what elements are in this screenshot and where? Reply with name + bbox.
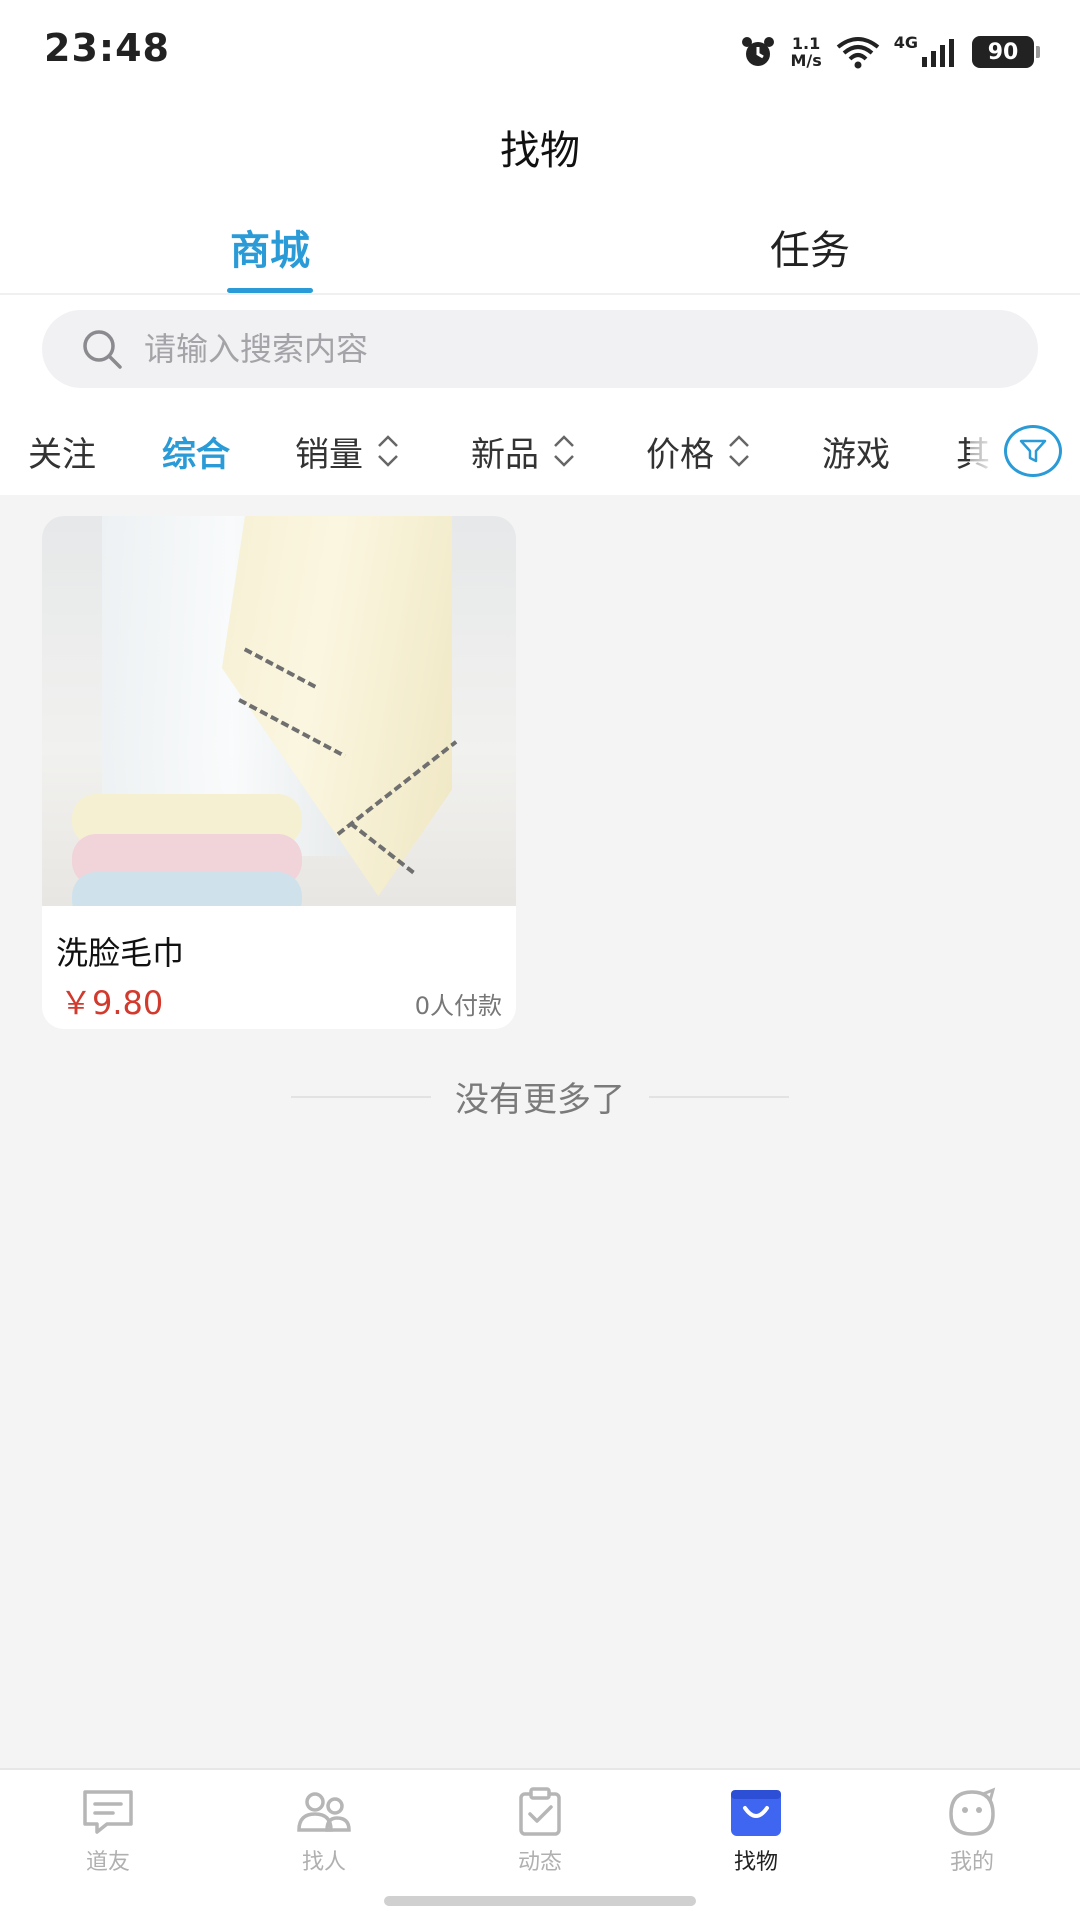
page-title: 找物 <box>500 128 580 174</box>
product-image <box>42 516 516 906</box>
face-icon <box>949 1787 996 1836</box>
filter-button[interactable] <box>1004 425 1062 477</box>
filter-follow[interactable]: 关注 <box>28 407 96 495</box>
active-tab-indicator <box>227 288 313 293</box>
filter-price-label: 价格 <box>646 434 714 475</box>
tab-task[interactable]: 任务 <box>690 218 930 276</box>
product-name: 洗脸毛巾 <box>56 934 185 972</box>
search-icon <box>83 330 122 369</box>
sort-arrows-icon <box>554 435 574 467</box>
status-time: 23:48 <box>44 26 170 70</box>
status-bar: 23:48 1.1 M/s 4G 90 <box>0 0 1080 100</box>
network-type: 4G <box>893 32 918 52</box>
product-card[interactable]: 洗脸毛巾 ￥9.80 0人付款 <box>42 516 516 1029</box>
filter-bar: 关注 综合 销量 新品 价格 游戏 <box>0 407 1080 495</box>
filter-sales-label: 销量 <box>295 434 363 475</box>
shopping-bag-icon <box>731 1790 781 1836</box>
sort-arrows-icon <box>729 435 749 467</box>
nav-label-find-people: 找人 <box>301 1850 346 1875</box>
home-indicator[interactable] <box>384 1896 696 1906</box>
filter-games-label: 游戏 <box>822 434 890 475</box>
search-input[interactable] <box>144 330 944 368</box>
product-sales: 0人付款 <box>414 992 502 1020</box>
people-icon <box>297 1792 351 1832</box>
nav-label-me: 我的 <box>949 1850 994 1875</box>
product-price: ￥9.80 <box>60 984 164 1022</box>
nav-item-friends[interactable]: 道友 <box>0 1770 216 1920</box>
filter-new-label: 新品 <box>471 434 539 475</box>
signal-icon <box>922 39 954 67</box>
list-end-indicator: 没有更多了 <box>0 1072 1080 1121</box>
wifi-icon <box>836 37 879 69</box>
nav-item-me[interactable]: 我的 <box>864 1770 1080 1920</box>
clipboard-icon <box>519 1787 561 1836</box>
filter-new[interactable]: 新品 <box>471 407 577 495</box>
net-speed-value: 1.1 <box>791 34 821 53</box>
filter-follow-label: 关注 <box>28 434 96 475</box>
tab-mall[interactable]: 商城 <box>150 218 390 276</box>
search-filter-area: 关注 综合 销量 新品 价格 游戏 <box>0 295 1080 495</box>
sort-arrows-icon <box>378 435 398 467</box>
status-icons: 1.1 M/s 4G 90 <box>740 30 1040 74</box>
funnel-icon <box>1019 439 1047 463</box>
filter-sales[interactable]: 销量 <box>295 407 401 495</box>
chat-icon <box>83 1790 133 1834</box>
list-end-text: 没有更多了 <box>455 1080 625 1120</box>
nav-label-find-items: 找物 <box>733 1850 778 1875</box>
battery-level: 90 <box>972 36 1034 68</box>
filter-price[interactable]: 价格 <box>646 407 752 495</box>
net-speed: 1.1 M/s <box>790 35 821 69</box>
nav-label-moments: 动态 <box>517 1850 562 1875</box>
battery-icon: 90 <box>972 36 1040 68</box>
filter-overall-label: 综合 <box>162 434 230 475</box>
net-speed-unit: M/s <box>790 51 822 70</box>
alarm-icon <box>742 37 775 66</box>
nav-label-friends: 道友 <box>85 1850 130 1875</box>
filter-games[interactable]: 游戏 <box>822 407 890 495</box>
filter-overall[interactable]: 综合 <box>162 407 230 495</box>
page-header: 找物 商城 任务 <box>0 100 1080 295</box>
search-bar[interactable] <box>42 310 1038 388</box>
